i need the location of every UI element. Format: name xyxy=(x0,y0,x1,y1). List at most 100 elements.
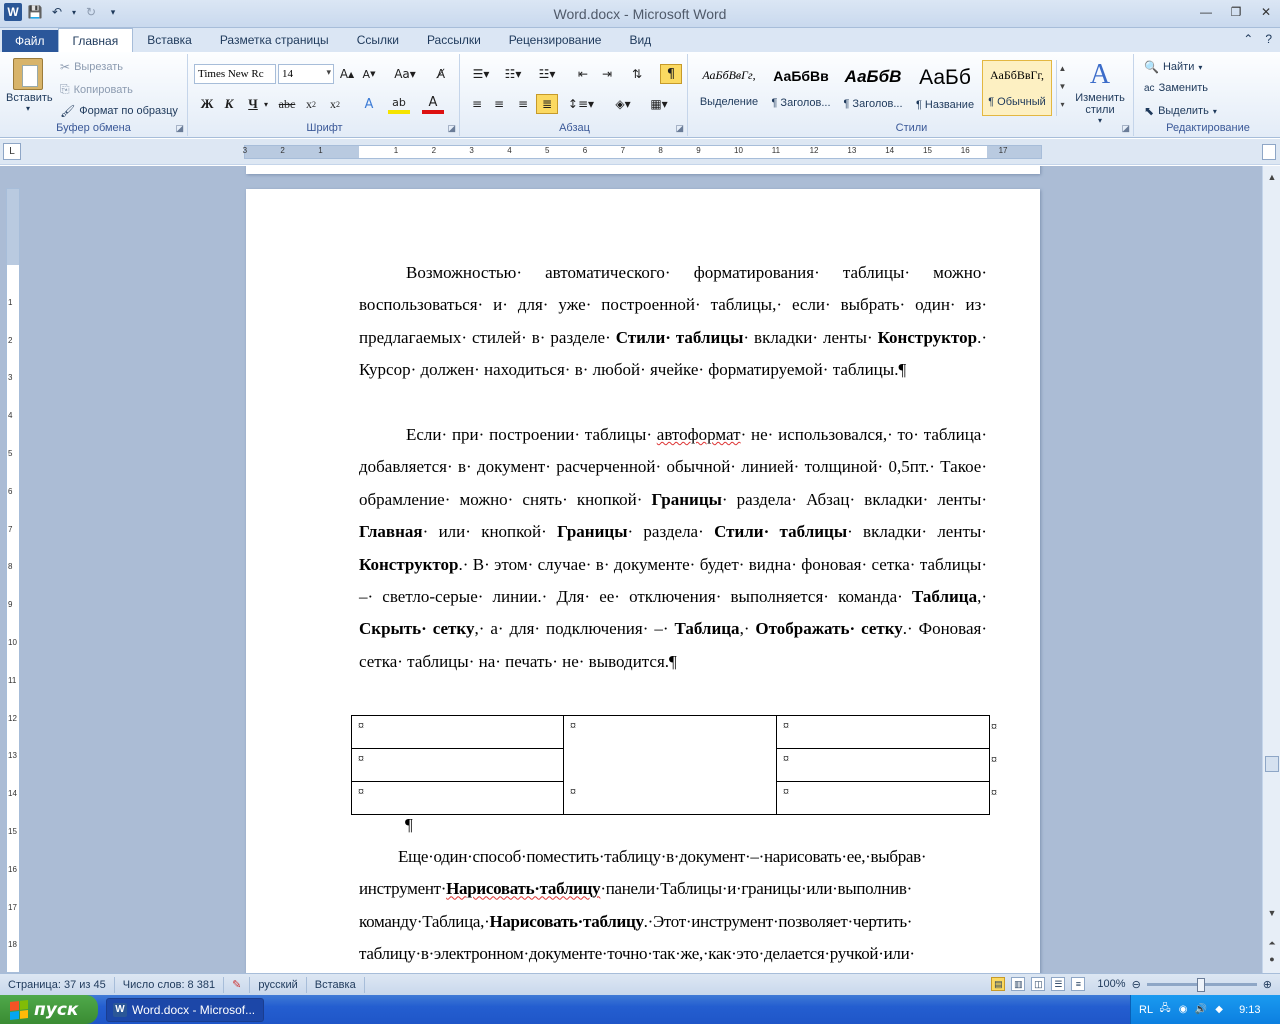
table-cell[interactable]: ¤ xyxy=(776,715,990,749)
tab-review[interactable]: Рецензирование xyxy=(495,28,616,52)
antivirus-icon[interactable]: ◉ xyxy=(1177,1004,1189,1016)
bullets-button[interactable]: ☰▾ xyxy=(466,64,496,84)
paragraph[interactable]: Если· при· построении· таблицы· автоформ… xyxy=(359,419,987,678)
select-button[interactable]: ⬉ Выделить ▾ xyxy=(1144,104,1217,118)
paragraph-launcher-icon[interactable]: ◪ xyxy=(675,123,684,134)
style-heading-1[interactable]: АаБбВв ¶ Заголов... xyxy=(766,60,836,116)
style-normal[interactable]: АаБбВвГг, ¶ Обычный xyxy=(982,60,1052,116)
justify-button[interactable]: ≣ xyxy=(536,94,558,114)
style-heading-2[interactable]: АаБбВ ¶ Заголов... xyxy=(838,60,908,116)
language-indicator[interactable]: русский xyxy=(250,976,307,993)
table-cell[interactable]: ¤ xyxy=(776,748,990,782)
table-cell[interactable]: ¤ xyxy=(776,781,990,815)
draft-icon[interactable]: ≡ xyxy=(1071,977,1086,991)
close-button[interactable]: ✕ xyxy=(1258,4,1274,20)
paragraph[interactable]: Еще·один·способ·поместить·таблицу·в·доку… xyxy=(359,841,987,971)
superscript-button[interactable]: x2 xyxy=(324,94,346,114)
styles-scroll[interactable]: ▲ ▼ ▾ xyxy=(1056,60,1068,116)
document-table[interactable]: ¤ ¤ ¤ ¤ ¤ ¤ ¤ ¤ xyxy=(351,715,990,815)
zoom-in-icon[interactable]: ⊕ xyxy=(1263,978,1272,991)
table-cell-merged[interactable]: ¤ ¤ xyxy=(563,715,777,815)
scroll-up-icon[interactable]: ▲ xyxy=(1265,170,1279,184)
zoom-out-icon[interactable]: ⊖ xyxy=(1132,978,1141,991)
font-size-combo[interactable]: 14 ▾ xyxy=(278,64,334,84)
language-indicator[interactable]: RL xyxy=(1139,1004,1153,1016)
proofing-icon[interactable]: ✎ xyxy=(224,976,251,993)
cut-button[interactable]: ✂ Вырезать xyxy=(60,60,123,74)
minimize-button[interactable]: — xyxy=(1198,4,1214,20)
replace-button[interactable]: ac Заменить xyxy=(1144,82,1208,94)
full-screen-reading-icon[interactable]: ▥ xyxy=(1011,977,1026,991)
minimize-ribbon-icon[interactable]: ⌃ xyxy=(1243,32,1253,46)
styles-launcher-icon[interactable]: ◪ xyxy=(1121,123,1130,134)
clipboard-launcher-icon[interactable]: ◪ xyxy=(175,123,184,134)
tab-home[interactable]: Главная xyxy=(57,28,134,52)
clear-formatting-button[interactable]: A̸ xyxy=(430,64,452,84)
tab-file[interactable]: Файл xyxy=(2,30,58,52)
shading-button[interactable]: ◈▾ xyxy=(608,94,638,114)
tab-references[interactable]: Ссылки xyxy=(343,28,413,52)
tab-insert[interactable]: Вставка xyxy=(133,28,206,52)
tab-mailings[interactable]: Рассылки xyxy=(413,28,495,52)
vertical-ruler[interactable]: 1 2 3 4 5 6 7 8 9 10 11 12 13 14 15 16 17 18 xyxy=(6,188,20,973)
restore-button[interactable]: ❐ xyxy=(1228,4,1244,20)
format-painter-button[interactable]: 🖌 Формат по образцу xyxy=(60,104,178,118)
print-layout-icon[interactable]: ▤ xyxy=(991,977,1006,991)
scrollbar-thumb[interactable] xyxy=(1265,756,1279,772)
text-effects-button[interactable]: A xyxy=(358,94,380,114)
change-case-button[interactable]: Aa▾ xyxy=(390,64,420,84)
decrease-indent-button[interactable]: ⇤ xyxy=(572,64,594,84)
document-page[interactable]: Возможностью· автоматического· форматиро… xyxy=(246,189,1040,973)
zoom-slider[interactable] xyxy=(1146,977,1257,992)
align-left-button[interactable]: ≡ xyxy=(466,94,488,114)
tab-view[interactable]: Вид xyxy=(615,28,665,52)
paragraph[interactable]: Возможностью· автоматического· форматиро… xyxy=(359,257,987,387)
start-button[interactable]: пуск xyxy=(0,995,98,1024)
zoom-level[interactable]: 100% xyxy=(1097,978,1125,990)
font-color-button[interactable]: A xyxy=(422,94,444,114)
tab-selector-button[interactable]: L xyxy=(3,143,21,160)
change-styles-button[interactable]: A Изменить стили ▾ xyxy=(1070,58,1130,125)
strikethrough-button[interactable]: abc xyxy=(276,94,298,114)
italic-button[interactable]: К xyxy=(218,94,240,114)
font-launcher-icon[interactable]: ◪ xyxy=(447,123,456,134)
page-indicator[interactable]: Страница: 37 из 45 xyxy=(0,976,115,993)
numbering-button[interactable]: ☷▾ xyxy=(498,64,528,84)
tray-app-icon[interactable]: ◆ xyxy=(1213,1004,1225,1016)
underline-dropdown-icon[interactable]: ▾ xyxy=(260,94,272,114)
subscript-button[interactable]: x2 xyxy=(300,94,322,114)
horizontal-ruler[interactable]: 3 2 1 1 2 3 4 5 6 7 8 9 10 11 12 13 14 15 16 17 xyxy=(243,145,1042,159)
table-cell[interactable]: ¤ xyxy=(351,715,564,749)
multilevel-list-button[interactable]: ☳▾ xyxy=(532,64,562,84)
help-icon[interactable]: ? xyxy=(1265,32,1272,46)
browse-object-icon[interactable]: ● xyxy=(1265,952,1279,966)
shrink-font-button[interactable]: A ▼ xyxy=(358,64,380,84)
sort-button[interactable]: ⇅ xyxy=(626,64,648,84)
show-formatting-marks-button[interactable]: ¶ xyxy=(660,64,682,84)
style-emphasis[interactable]: АаБбВвГг, Выделение xyxy=(694,60,764,116)
increase-indent-button[interactable]: ⇥ xyxy=(596,64,618,84)
outline-icon[interactable]: ☰ xyxy=(1051,977,1066,991)
tab-page-layout[interactable]: Разметка страницы xyxy=(206,28,343,52)
view-ruler-icon[interactable] xyxy=(1262,144,1276,160)
table-cell[interactable]: ¤ xyxy=(351,748,564,782)
copy-button[interactable]: ⎘ Копировать xyxy=(60,82,133,97)
scroll-down-icon[interactable]: ▼ xyxy=(1265,906,1279,920)
vertical-scrollbar[interactable]: ▲ ▼ ⏶ ● xyxy=(1262,166,1280,973)
word-count[interactable]: Число слов: 8 381 xyxy=(115,976,225,993)
align-right-button[interactable]: ≡ xyxy=(512,94,534,114)
highlight-button[interactable]: ab xyxy=(388,94,410,114)
insert-mode[interactable]: Вставка xyxy=(307,976,365,993)
volume-icon[interactable]: 🔊 xyxy=(1195,1004,1207,1016)
table-cell[interactable]: ¤ xyxy=(351,781,564,815)
line-spacing-button[interactable]: ↕≡▾ xyxy=(566,94,596,114)
taskbar-item-word[interactable]: W Word.docx - Microsof... xyxy=(106,997,264,1022)
find-button[interactable]: 🔍 Найти ▾ xyxy=(1144,60,1202,74)
borders-button[interactable]: ▦▾ xyxy=(644,94,674,114)
clock[interactable]: 9:13 xyxy=(1239,1004,1260,1016)
style-title[interactable]: АаБб ¶ Название xyxy=(910,60,980,116)
web-layout-icon[interactable]: ◫ xyxy=(1031,977,1046,991)
grow-font-button[interactable]: A ▲ xyxy=(336,64,358,84)
network-icon[interactable]: 🖧 xyxy=(1159,1003,1171,1016)
bold-button[interactable]: Ж xyxy=(196,94,218,114)
